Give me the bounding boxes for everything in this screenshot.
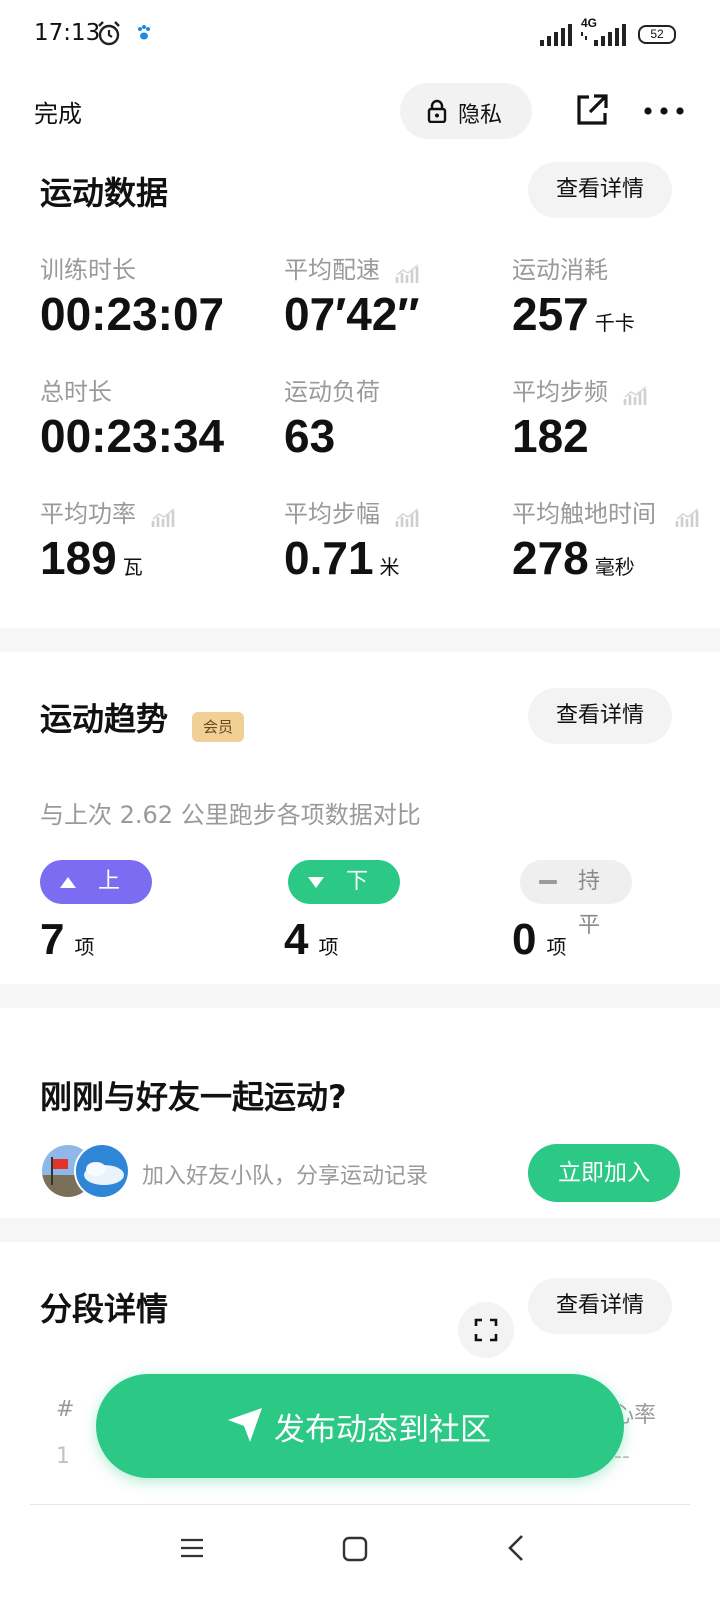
- privacy-label: 隐私: [458, 103, 503, 128]
- chart-icon: [151, 507, 175, 527]
- section-divider: [0, 1218, 720, 1242]
- avatar: [74, 1143, 130, 1199]
- signal-icon: [540, 24, 572, 46]
- metric-value: 278: [512, 532, 589, 584]
- nav-divider: [30, 1504, 690, 1505]
- back-icon[interactable]: [506, 1534, 526, 1562]
- segments-title: 分段详情: [40, 1290, 169, 1328]
- count-unit: 项: [318, 935, 339, 959]
- metric-label: 平均步频: [512, 378, 608, 406]
- metric-avg-power[interactable]: 平均功率 189 瓦: [40, 494, 177, 585]
- trend-detail-button[interactable]: 查看详情: [528, 688, 672, 744]
- trend-title: 运动趋势: [40, 700, 169, 738]
- paw-icon: [138, 25, 150, 40]
- trend-down-count: 4项: [284, 915, 338, 965]
- trend-up-pill: 上升: [40, 860, 152, 938]
- workout-detail-button[interactable]: 查看详情: [528, 162, 672, 218]
- metric-label: 平均配速: [284, 256, 380, 284]
- metric-value: 00:23:34: [40, 410, 225, 462]
- metric-unit: 千卡: [594, 311, 635, 335]
- home-icon[interactable]: [342, 1536, 368, 1562]
- chart-icon: [395, 507, 419, 527]
- triangle-up-icon: [60, 877, 76, 888]
- metric-label: 训练时长: [40, 256, 136, 284]
- metric-label: 运动消耗: [512, 256, 608, 284]
- minus-icon: [539, 880, 557, 884]
- fullscreen-button[interactable]: [458, 1302, 514, 1358]
- chart-icon: [675, 507, 699, 527]
- metric-total-duration: 总时长 00:23:34: [40, 372, 224, 463]
- privacy-button[interactable]: 隐私: [400, 83, 532, 139]
- metric-value: 182: [512, 410, 589, 462]
- metric-unit: 毫秒: [594, 555, 635, 579]
- metric-label: 运动负荷: [284, 378, 380, 406]
- publish-label: 发布动态到社区: [274, 1412, 491, 1448]
- friends-title: 刚刚与好友一起运动?: [40, 1078, 347, 1116]
- metric-label: 总时长: [40, 378, 112, 406]
- count-value: 7: [40, 915, 65, 964]
- send-icon: [228, 1408, 262, 1442]
- fullscreen-icon: [474, 1318, 498, 1342]
- publish-to-community-button[interactable]: 发布动态到社区: [96, 1374, 624, 1478]
- metric-avg-ground-contact[interactable]: 平均触地时间 278 毫秒: [512, 494, 701, 585]
- trend-flat-pill: 持平: [520, 860, 632, 938]
- triangle-down-icon: [308, 877, 324, 888]
- vip-badge: 会员: [192, 712, 244, 742]
- segments-detail-button[interactable]: 查看详情: [528, 1278, 672, 1334]
- trend-down-label: 下降: [346, 869, 369, 938]
- metric-unit: 瓦: [122, 555, 143, 579]
- column-index: #: [56, 1397, 75, 1422]
- share-icon[interactable]: [574, 92, 610, 128]
- workout-data-title: 运动数据: [40, 174, 169, 212]
- metric-unit: 米: [379, 555, 400, 579]
- row-index: 1: [56, 1444, 70, 1469]
- trend-compare-text: 与上次 2.62 公里跑步各项数据对比: [40, 801, 421, 829]
- metric-value: 00:23:07: [40, 288, 225, 340]
- system-nav-bar: [0, 1506, 720, 1600]
- join-now-button[interactable]: 立即加入: [528, 1144, 680, 1202]
- friends-text: 加入好友小队，分享运动记录: [142, 1164, 429, 1189]
- metric-value: 07′42″: [284, 288, 420, 340]
- status-time: 17:13: [34, 20, 101, 46]
- metric-avg-cadence[interactable]: 平均步频 182: [512, 372, 649, 463]
- metric-value: 189: [40, 532, 117, 584]
- done-button[interactable]: 完成: [34, 94, 82, 129]
- section-divider: [0, 984, 720, 1008]
- count-unit: 项: [74, 935, 95, 959]
- metric-value: 257: [512, 288, 589, 340]
- metric-label: 平均触地时间: [512, 500, 656, 528]
- trend-up-label: 上升: [98, 869, 121, 938]
- battery-indicator: 52: [638, 25, 676, 44]
- count-value: 0: [512, 915, 537, 964]
- metric-training-duration: 训练时长 00:23:07: [40, 250, 224, 341]
- metric-calories: 运动消耗 257 千卡: [512, 250, 635, 341]
- metric-training-load: 运动负荷 63: [284, 372, 380, 463]
- alarm-icon: [98, 21, 120, 46]
- metric-avg-stride[interactable]: 平均步幅 0.71 米: [284, 494, 421, 585]
- more-icon[interactable]: [642, 94, 686, 128]
- metric-label: 平均功率: [40, 500, 136, 528]
- count-value: 4: [284, 915, 309, 964]
- trend-flat-label: 持平: [578, 869, 601, 938]
- chart-icon: [623, 385, 647, 405]
- metric-value: 0.71: [284, 532, 374, 584]
- section-divider: [0, 628, 720, 652]
- top-toolbar: 完成 隐私: [0, 80, 720, 142]
- metric-label: 平均步幅: [284, 500, 380, 528]
- trend-flat-count: 0项: [512, 915, 566, 965]
- metric-avg-pace[interactable]: 平均配速 07′42″: [284, 250, 421, 341]
- metric-value: 63: [284, 410, 336, 462]
- menu-icon[interactable]: [180, 1536, 204, 1560]
- chart-icon: [395, 263, 419, 283]
- signal-icon: [581, 24, 626, 46]
- trend-up-count: 7项: [40, 915, 94, 965]
- status-bar: 17:13 4G 52: [0, 0, 720, 70]
- count-unit: 项: [546, 935, 567, 959]
- trend-down-pill: 下降: [288, 860, 400, 938]
- lock-icon: [427, 99, 447, 123]
